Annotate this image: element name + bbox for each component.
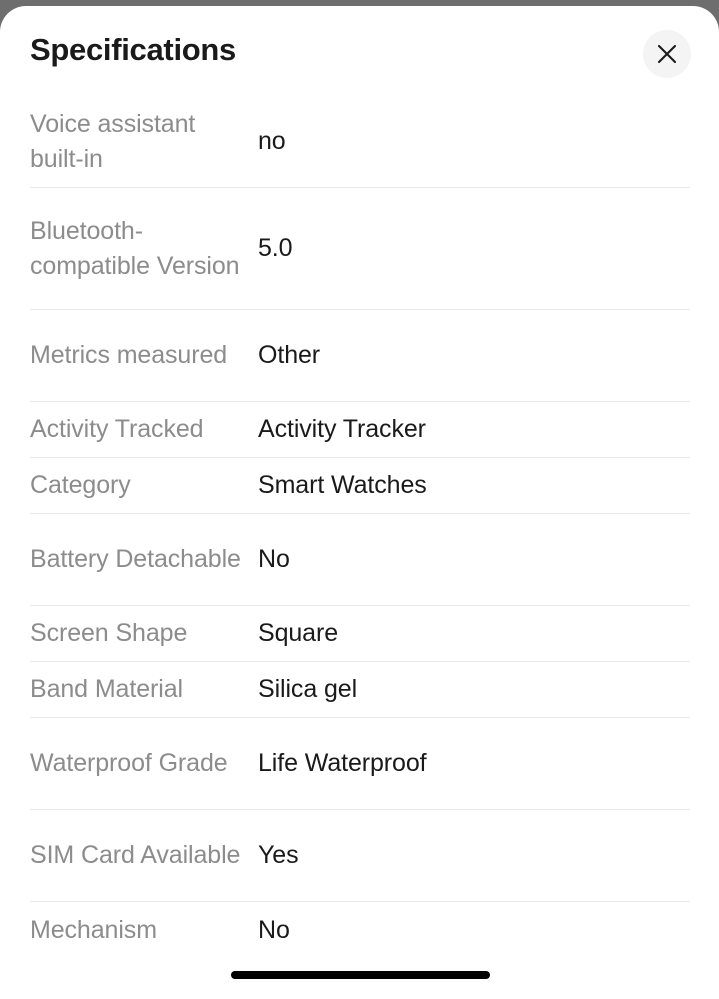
close-button[interactable]	[643, 30, 691, 78]
spec-row: SIM Card Available Yes	[30, 810, 690, 902]
spec-value: No	[258, 545, 290, 573]
spec-value: 5.0	[258, 234, 293, 262]
spec-value: Square	[258, 619, 339, 647]
spec-value: Yes	[258, 841, 299, 869]
spec-label: Activity Tracked	[30, 415, 204, 443]
spec-row: Metrics measured Other	[30, 310, 690, 402]
spec-value: Life Waterproof	[258, 749, 427, 777]
spec-value: No	[258, 915, 290, 944]
spec-row: Voice assistant built-in no	[30, 96, 690, 188]
spec-value: Silica gel	[258, 675, 358, 703]
spec-label: Category	[30, 471, 131, 499]
spec-value: Other	[258, 341, 321, 369]
home-indicator	[231, 971, 490, 979]
spec-label: Voice assistant built-in	[30, 109, 196, 173]
spec-value: no	[258, 127, 286, 155]
spec-value: Activity Tracker	[258, 415, 426, 443]
specifications-list: Voice assistant built-in no Bluetooth-comp…	[0, 96, 719, 958]
specifications-sheet: Specifications Voice assistant built-in n…	[0, 6, 719, 999]
page-title: Specifications	[30, 32, 236, 67]
spec-row: Band Material Silica gel	[30, 662, 690, 718]
spec-label: Bluetooth-compatible Version	[30, 216, 240, 280]
spec-label: SIM Card Available	[30, 841, 241, 869]
spec-row: Battery Detachable No	[30, 514, 690, 606]
spec-value: Smart Watches	[258, 471, 427, 499]
spec-label: Band Material	[30, 675, 183, 703]
spec-label: Screen Shape	[30, 619, 188, 647]
spec-row: Waterproof Grade Life Waterproof	[30, 718, 690, 810]
spec-row: Bluetooth-compatible Version 5.0	[30, 188, 690, 310]
spec-label: Mechanism	[30, 915, 157, 944]
spec-label: Waterproof Grade	[30, 749, 228, 777]
sheet-header: Specifications	[0, 6, 719, 96]
spec-label: Metrics measured	[30, 341, 228, 369]
close-icon	[656, 43, 678, 65]
spec-row: Mechanism No	[30, 902, 690, 958]
spec-row: Screen Shape Square	[30, 606, 690, 662]
spec-label: Battery Detachable	[30, 545, 241, 573]
spec-row: Category Smart Watches	[30, 458, 690, 514]
spec-row: Activity Tracked Activity Tracker	[30, 402, 690, 458]
